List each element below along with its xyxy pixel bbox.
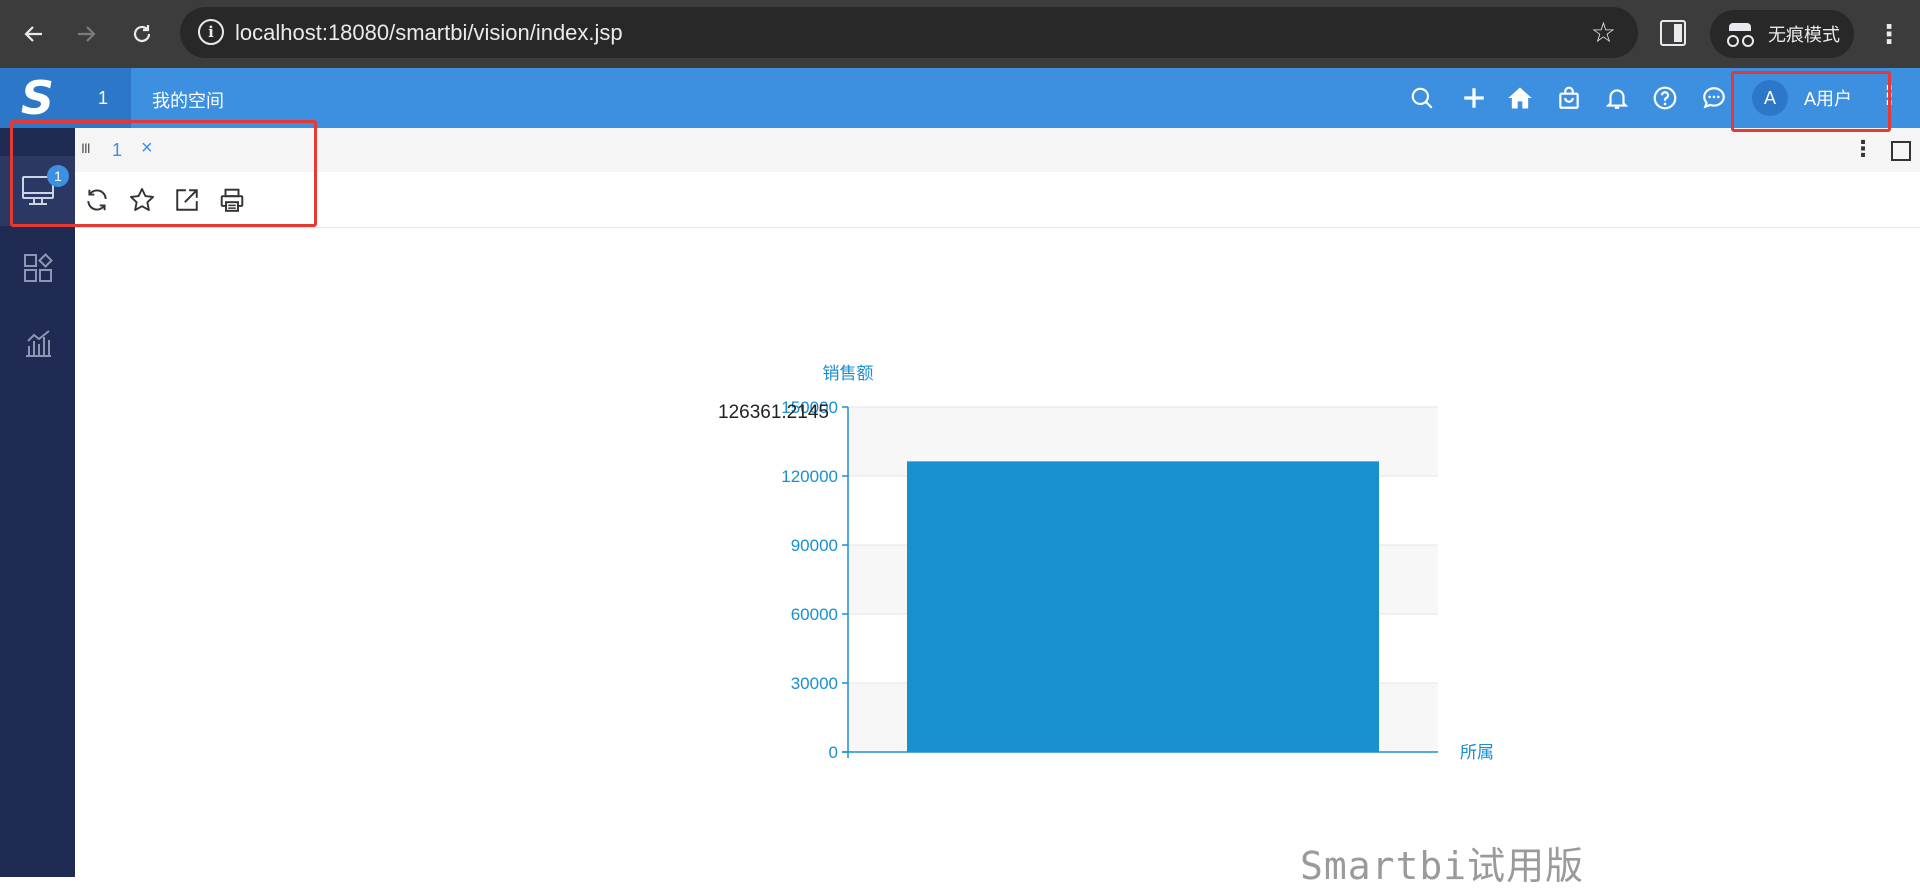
user-menu[interactable]: A A用户 bbox=[1742, 71, 1892, 125]
y-tick-label: 60000 bbox=[791, 605, 838, 624]
help-icon[interactable] bbox=[1647, 80, 1683, 116]
left-sidebar: 1 bbox=[0, 128, 75, 877]
favorite-star-icon[interactable] bbox=[126, 184, 158, 216]
chat-icon[interactable] bbox=[1696, 80, 1732, 116]
close-icon[interactable]: × bbox=[141, 137, 153, 160]
y-tick-label: 0 bbox=[829, 743, 838, 762]
side-panel-icon[interactable] bbox=[1660, 20, 1686, 46]
site-info-icon[interactable]: i bbox=[198, 19, 224, 45]
back-arrow-icon[interactable] bbox=[14, 14, 54, 54]
bar-data-label: 126361.2145 bbox=[718, 402, 829, 423]
app-header: S 1 我的空间 A A用户 ⋮ bbox=[0, 68, 1920, 128]
tab-more-icon[interactable]: ⋮ bbox=[1852, 136, 1874, 162]
search-icon[interactable] bbox=[1404, 80, 1440, 116]
bar-mark bbox=[907, 461, 1379, 752]
user-name[interactable]: A用户 bbox=[1804, 85, 1852, 111]
chart-bars bbox=[907, 461, 1379, 752]
open-external-icon[interactable] bbox=[171, 184, 203, 216]
forward-arrow-icon[interactable] bbox=[66, 14, 106, 54]
incognito-icon bbox=[1726, 23, 1756, 47]
tab-strip: III 1 × ⋮ bbox=[75, 128, 1920, 172]
reload-icon[interactable] bbox=[122, 14, 162, 54]
tab-1[interactable]: 1 bbox=[112, 140, 122, 161]
bell-icon[interactable] bbox=[1599, 80, 1635, 116]
incognito-label: 无痕模式 bbox=[1768, 25, 1840, 45]
address-bar[interactable]: i localhost:18080/smartbi/vision/index.j… bbox=[180, 7, 1638, 58]
y-axis-title: 销售额 bbox=[823, 364, 874, 384]
trial-watermark: Smartbi试用版 bbox=[1300, 844, 1585, 888]
space-title[interactable]: 我的空间 bbox=[152, 87, 224, 113]
smartbi-logo[interactable]: S bbox=[0, 68, 75, 128]
bookmark-star-icon[interactable]: ☆ bbox=[1591, 16, 1616, 49]
notification-badge: 1 bbox=[47, 165, 69, 187]
y-tick-label: 120000 bbox=[781, 467, 838, 486]
maximize-icon[interactable] bbox=[1891, 141, 1911, 161]
x-axis-title: 所属 bbox=[1460, 743, 1494, 763]
print-icon[interactable] bbox=[216, 184, 248, 216]
drag-handle-icon[interactable]: III bbox=[81, 140, 91, 156]
report-toolbar bbox=[75, 172, 1920, 228]
refresh-icon[interactable] bbox=[81, 184, 113, 216]
browser-toolbar: i localhost:18080/smartbi/vision/index.j… bbox=[0, 0, 1920, 68]
apps-icon bbox=[23, 253, 53, 282]
avatar[interactable]: A bbox=[1752, 80, 1788, 116]
incognito-indicator[interactable]: 无痕模式 bbox=[1710, 10, 1854, 58]
y-tick-label: 90000 bbox=[791, 536, 838, 555]
chart-bar-icon bbox=[25, 330, 51, 357]
home-icon[interactable] bbox=[1502, 80, 1538, 116]
bag-icon[interactable] bbox=[1551, 80, 1587, 116]
sidebar-item-apps[interactable] bbox=[0, 233, 75, 303]
browser-menu-icon[interactable]: ⋮ bbox=[1876, 16, 1902, 52]
sidebar-item-workspace[interactable]: 1 bbox=[0, 156, 75, 226]
space-tab[interactable]: 1 bbox=[75, 68, 131, 128]
url-text[interactable]: localhost:18080/smartbi/vision/index.jsp bbox=[235, 20, 623, 46]
y-tick-label: 30000 bbox=[791, 674, 838, 693]
sidebar-item-analysis[interactable] bbox=[0, 308, 75, 378]
plus-icon[interactable] bbox=[1456, 80, 1492, 116]
more-vertical-icon[interactable]: ⋮ bbox=[1876, 80, 1902, 111]
bar-chart: 0300006000090000120000150000销售额所属126361.… bbox=[718, 364, 1494, 763]
